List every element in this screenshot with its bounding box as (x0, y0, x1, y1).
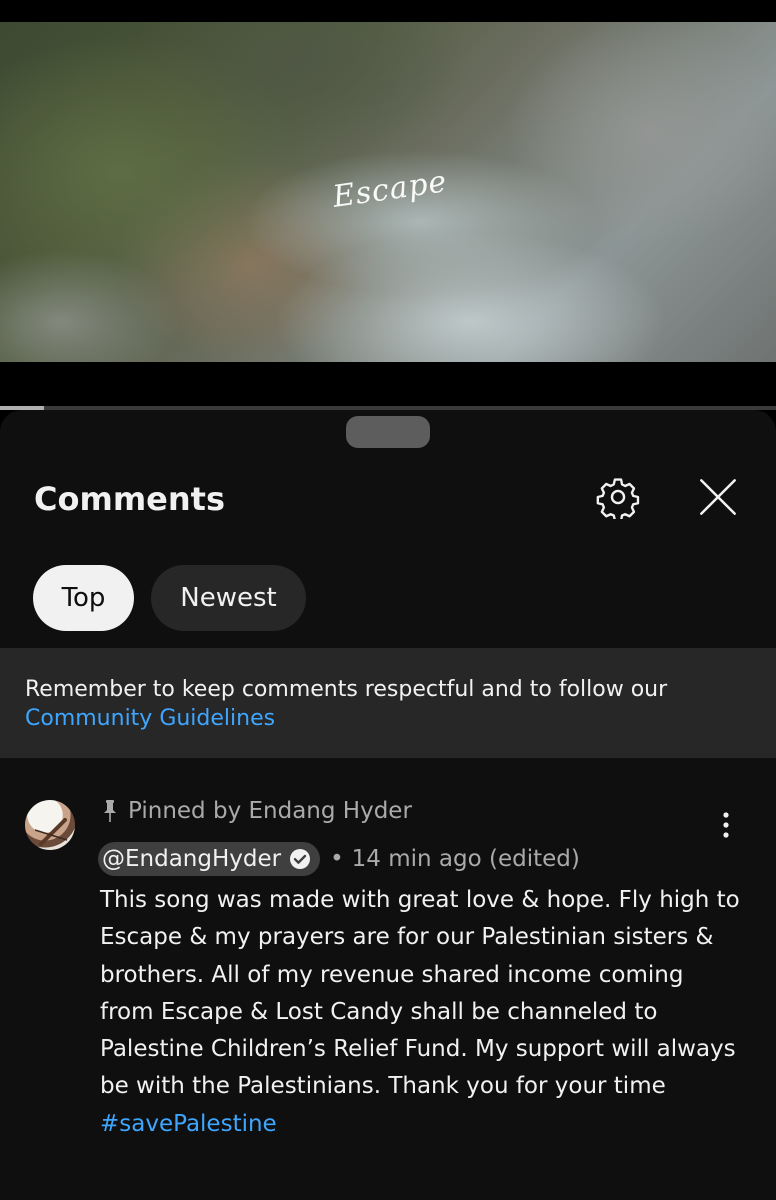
comments-title: Comments (34, 480, 225, 518)
comment-text: This song was made with great love & hop… (100, 887, 740, 1100)
comment-time: 14 min ago (edited) (351, 846, 580, 872)
comment-more-button[interactable] (712, 808, 740, 842)
meta-separator: • (330, 846, 344, 872)
video-title-overlay: Escape (330, 164, 450, 215)
more-vertical-icon (723, 812, 729, 838)
video-bottom-bar (0, 362, 776, 408)
comment-body: This song was made with great love & hop… (100, 882, 740, 1143)
video-player[interactable]: Escape (0, 22, 776, 362)
gear-icon (596, 478, 640, 519)
community-guidelines-link[interactable]: Community Guidelines (25, 704, 751, 733)
video-top-bar (0, 0, 776, 22)
avatar-violin-icon (34, 818, 68, 846)
author-handle: @EndangHyder (102, 846, 282, 872)
author-chip[interactable]: @EndangHyder (98, 842, 321, 876)
verified-check-icon (290, 849, 311, 869)
comment-meta: @EndangHyder • 14 min ago (edited) (98, 842, 580, 876)
close-icon (700, 479, 736, 515)
settings-button[interactable] (594, 473, 642, 521)
page: Escape Comments Top Newest Remember to k… (0, 0, 776, 1200)
sort-chip-newest[interactable]: Newest (151, 565, 306, 631)
guidelines-notice-text: Remember to keep comments respectful and… (25, 677, 668, 702)
pinned-label-text: Pinned by Endang Hyder (128, 798, 412, 824)
comments-sheet: Comments Top Newest Remember to keep com… (0, 410, 776, 1200)
close-button[interactable] (694, 473, 742, 521)
avatar[interactable] (25, 800, 75, 850)
drag-handle[interactable] (346, 416, 430, 448)
guidelines-notice: Remember to keep comments respectful and… (0, 648, 776, 758)
sort-chip-top[interactable]: Top (33, 565, 134, 631)
pinned-label: Pinned by Endang Hyder (102, 798, 412, 824)
pin-icon (104, 800, 116, 822)
hashtag-link[interactable]: #savePalestine (100, 1111, 277, 1137)
